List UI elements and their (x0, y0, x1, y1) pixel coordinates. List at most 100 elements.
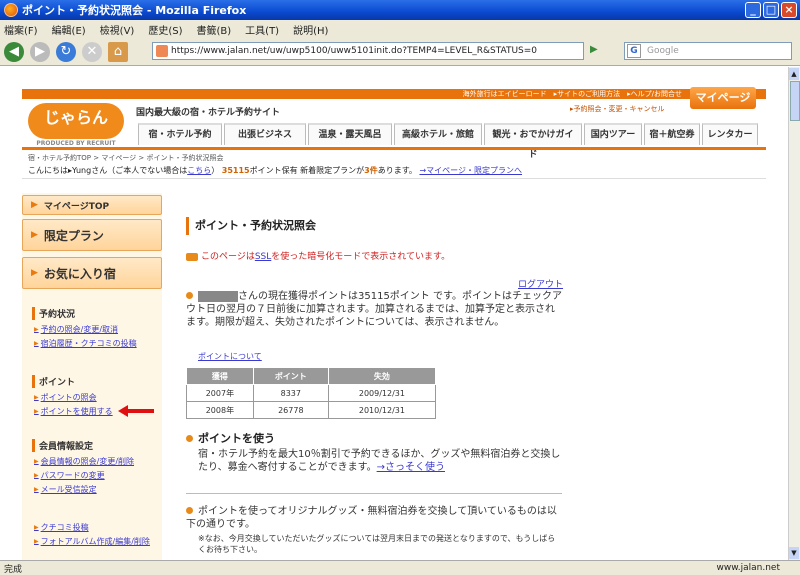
scroll-thumb[interactable] (790, 81, 800, 121)
goods-text: ポイントを使ってオリジナルグッズ・無料宿泊券を交換して頂いているものは以下の通り… (186, 506, 557, 530)
menu-edit[interactable]: 編輯(E) (52, 22, 86, 37)
sidebar-limited-plan[interactable]: ▶ 限定プラン (22, 219, 162, 251)
close-button[interactable]: × (781, 2, 797, 18)
menu-bar: 檔案(F) 編輯(E) 檢視(V) 歷史(S) 書籤(B) 工具(T) 說明(H… (0, 20, 800, 38)
sidebar-section-member: 会員情報設定 ▶ 会員情報の照会/変更/削除 ▶ パスワードの変更 ▶ メール受信設定 (22, 439, 162, 498)
greeting-bar: こんにちは▸Yungさん（ご本人でない場合はこちら） 35115ポイント保有 新… (28, 165, 522, 176)
table-cell: 2008年 (186, 401, 254, 419)
sidebar-link-reservation[interactable]: ▶ 予約の照会/変更/取消 (34, 324, 162, 335)
mypage-button[interactable]: マイページ (690, 87, 756, 109)
sidebar-mypage-top[interactable]: ▶ マイページTOP (22, 195, 162, 215)
ssl-link[interactable]: SSL (255, 252, 271, 262)
stop-icon[interactable]: ✕ (82, 41, 102, 62)
minimize-button[interactable]: _ (745, 2, 761, 18)
menu-help[interactable]: 說明(H) (293, 22, 328, 37)
navigation-toolbar: ◀ ▶ ↻ ✕ ⌂ https://www.jalan.net/uw/uwp51… (0, 38, 800, 66)
greeting-prefix: こんにちは▸ (28, 166, 73, 175)
sidebar-section-reviews: ▶ クチコミ投稿 ▶ フォトアルバム作成/編集/削除 (22, 519, 162, 550)
sidebar-button-label: 限定プラン (43, 228, 104, 243)
top-strip: 海外旅行はエイビーロード ▸サイトのご利用方法 ▸ヘルプ/お問合せ (22, 89, 766, 99)
vertical-scrollbar[interactable]: ▲ ▼ (788, 67, 800, 560)
tab-rentacar[interactable]: レンタカー (702, 123, 758, 145)
scroll-down-icon[interactable]: ▼ (789, 547, 799, 559)
divider (186, 493, 562, 494)
points-info: さんの現在獲得ポイントは35115ポイント です。ポイントはチェックアウト日の翌… (186, 290, 562, 329)
home-icon[interactable]: ⌂ (108, 41, 128, 62)
menu-tools[interactable]: 工具(T) (245, 22, 279, 37)
about-points-link[interactable]: ポイントについて (198, 351, 262, 362)
logout-link[interactable]: ログアウト (518, 277, 563, 290)
menu-file[interactable]: 檔案(F) (4, 22, 38, 37)
reload-icon[interactable]: ↻ (56, 41, 76, 62)
triangle-icon: ▶ (31, 230, 38, 240)
tab-divider (22, 147, 766, 150)
table-row: 2008年 26778 2010/12/31 (186, 401, 437, 419)
menu-view[interactable]: 檢視(V) (100, 22, 135, 37)
use-points-text: 宿・ホテル予約を最大10％割引で予約できるほか、グッズや無料宿泊券と交換したり、… (198, 448, 562, 474)
column-header: ポイント (252, 367, 329, 385)
triangle-icon: ▶ (34, 458, 39, 465)
tab-air[interactable]: 宿＋航空券 (644, 123, 700, 145)
tab-guide[interactable]: 観光・おでかけガイド (484, 123, 582, 160)
sidebar-link-points-inquiry[interactable]: ▶ ポイントの照会 (34, 392, 162, 403)
points-count: 35115 (221, 166, 250, 175)
divider (22, 178, 766, 179)
sidebar-link-mail-settings[interactable]: ▶ メール受信設定 (34, 484, 162, 495)
link-label: パスワードの変更 (40, 471, 105, 480)
url-text: https://www.jalan.net/uw/uwp5100/uww5101… (171, 46, 538, 56)
url-bar[interactable]: https://www.jalan.net/uw/uwp5100/uww5101… (152, 42, 584, 60)
reservation-link[interactable]: ▸予約照会・変更・キャンセル (570, 104, 665, 114)
sidebar-favorites[interactable]: ▶ お気に入り宿 (22, 257, 162, 289)
sidebar-link-member-info[interactable]: ▶ 会員情報の照会/変更/削除 (34, 456, 162, 467)
key-icon (186, 252, 198, 261)
sidebar-button-label: お気に入り宿 (43, 266, 116, 281)
triangle-icon: ▶ (34, 486, 39, 493)
heading-text: ポイントを使う (198, 432, 275, 445)
sidebar-link-review[interactable]: ▶ クチコミ投稿 (34, 522, 162, 533)
mypage-plan-link[interactable]: →マイページ・限定プランへ (419, 166, 522, 175)
triangle-icon: ▶ (34, 524, 39, 531)
link-label: 会員情報の照会/変更/削除 (40, 457, 135, 466)
sidebar-link-album[interactable]: ▶ フォトアルバム作成/編集/削除 (34, 536, 162, 547)
redacted-name (198, 290, 238, 302)
status-text: 完成 (4, 564, 23, 575)
sidebar-link-history[interactable]: ▶ 宿泊履歴・クチコミの投稿 (34, 338, 162, 349)
table-cell: 2007年 (186, 384, 254, 402)
site-favicon (156, 45, 168, 57)
search-input[interactable]: G Google (624, 42, 792, 60)
tab-hotel[interactable]: 宿・ホテル予約 (138, 123, 222, 145)
points-text: ポイント保有 新着限定プランが (249, 166, 365, 175)
goods-note: ※なお、今月交換していただいたグッズについては翌月末日までの発送となりますので、… (198, 534, 556, 554)
triangle-icon: ▶ (34, 394, 39, 401)
maximize-button[interactable]: □ (763, 2, 779, 18)
menu-bookmarks[interactable]: 書籤(B) (197, 22, 232, 37)
triangle-icon: ▶ (34, 472, 39, 479)
bullet-icon (186, 292, 193, 299)
section-heading: ポイント (32, 375, 162, 388)
back-icon[interactable]: ◀ (4, 41, 24, 62)
table-cell: 8337 (252, 384, 329, 402)
tab-onsen[interactable]: 温泉・露天風呂 (308, 123, 392, 145)
page-content: 海外旅行はエイビーロード ▸サイトのご利用方法 ▸ヘルプ/お問合せ マイページ … (0, 67, 788, 560)
logo-text: じゃらん (43, 108, 108, 127)
window-title: ポイント・予約状況照会 - Mozilla Firefox (22, 4, 247, 17)
jalan-logo[interactable]: じゃらん PRODUCED BY RECRUIT (28, 103, 124, 147)
use-now-link[interactable]: →さっそく使う (377, 462, 445, 473)
ssl-text: を使った暗号化モードで表示されています。 (271, 252, 451, 262)
plan-count: 3件 (364, 166, 378, 175)
go-icon[interactable]: ▶ (590, 44, 616, 58)
scroll-up-icon[interactable]: ▲ (789, 68, 799, 80)
not-me-link[interactable]: こちら (187, 166, 211, 175)
title-bar: ポイント・予約状況照会 - Mozilla Firefox _ □ × (0, 0, 800, 20)
menu-history[interactable]: 歷史(S) (148, 22, 182, 37)
sidebar-link-password[interactable]: ▶ パスワードの変更 (34, 470, 162, 481)
greeting-close: ） (211, 166, 220, 175)
forward-icon[interactable]: ▶ (30, 41, 50, 62)
tab-tour[interactable]: 国内ツアー (584, 123, 642, 145)
tab-business[interactable]: 出張ビジネス (224, 123, 306, 145)
firefox-icon (4, 3, 18, 17)
triangle-icon: ▶ (31, 200, 38, 210)
link-label: クチコミ投稿 (40, 523, 89, 532)
tab-luxury[interactable]: 高級ホテル・旅館 (394, 123, 482, 145)
main-tabs: 宿・ホテル予約 出張ビジネス 温泉・露天風呂 高級ホテル・旅館 観光・おでかけガ… (138, 123, 758, 160)
